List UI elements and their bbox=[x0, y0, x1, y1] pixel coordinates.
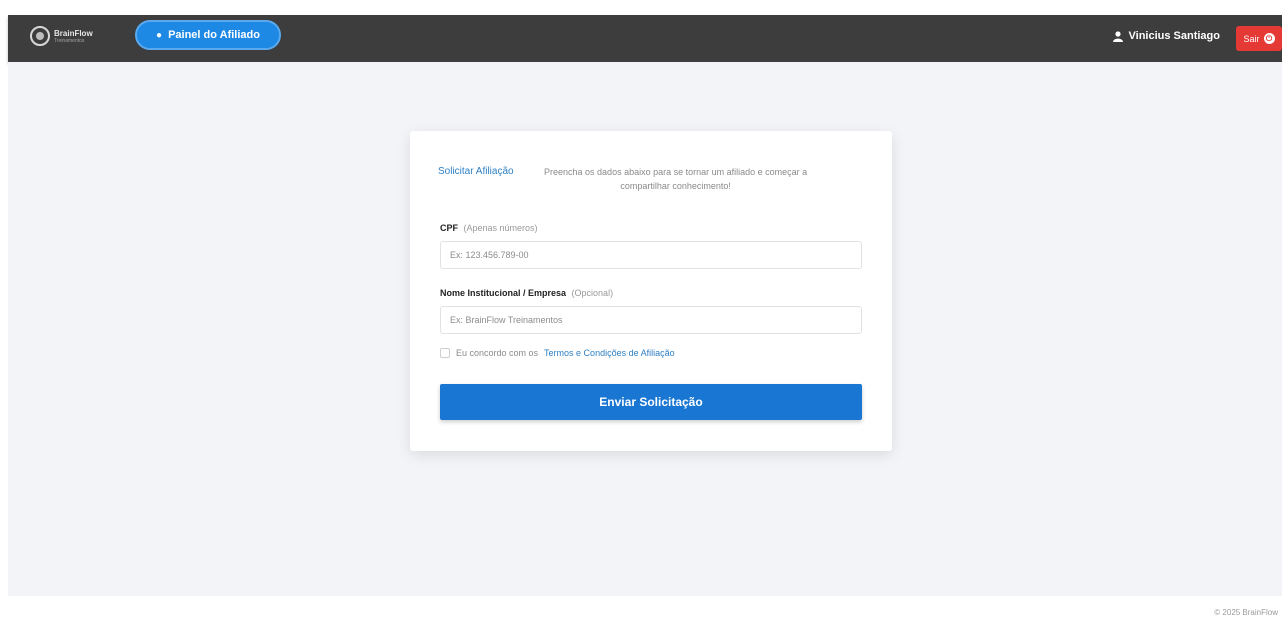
top-navbar: BrainFlow Treinamentos ● Painel do Afili… bbox=[8, 15, 1282, 62]
cpf-label-hint: (Apenas números) bbox=[463, 223, 538, 233]
cpf-label: CPF (Apenas números) bbox=[440, 223, 538, 233]
terms-row: Eu concordo com os Termos e Condições de… bbox=[440, 348, 675, 358]
logout-label: Sair bbox=[1243, 33, 1260, 44]
power-icon: ⏻ bbox=[1263, 33, 1275, 44]
brand-logo[interactable]: BrainFlow Treinamentos bbox=[30, 26, 93, 46]
logo-icon bbox=[30, 26, 50, 46]
main-content: Solicitar Afiliação Preencha os dados ab… bbox=[8, 62, 1282, 596]
logo-wordmark: BrainFlow Treinamentos bbox=[54, 29, 93, 44]
user-menu[interactable]: Vinicius Santiago bbox=[1112, 30, 1221, 42]
affiliate-request-card: Solicitar Afiliação Preencha os dados ab… bbox=[410, 131, 892, 451]
company-label-text: Nome Institucional / Empresa bbox=[440, 288, 567, 298]
card-description: Preencha os dados abaixo para se tornar … bbox=[544, 167, 808, 191]
user-name: Vinicius Santiago bbox=[1128, 30, 1221, 42]
affiliate-panel-button[interactable]: ● Painel do Afiliado bbox=[135, 20, 281, 50]
user-icon bbox=[1112, 30, 1123, 42]
affiliate-panel-label: Painel do Afiliado bbox=[168, 29, 260, 41]
terms-text: Eu concordo com os bbox=[456, 348, 539, 358]
cpf-input[interactable] bbox=[440, 241, 862, 269]
logout-button[interactable]: Sair ⏻ bbox=[1236, 26, 1282, 51]
card-title: Solicitar Afiliação bbox=[438, 166, 514, 177]
eye-icon: ● bbox=[156, 29, 163, 41]
company-input[interactable] bbox=[440, 306, 862, 334]
cpf-label-text: CPF bbox=[440, 223, 458, 233]
logo-text: BrainFlow bbox=[54, 28, 93, 38]
footer-copyright: © 2025 BrainFlow bbox=[1214, 608, 1278, 617]
card-header: Solicitar Afiliação Preencha os dados ab… bbox=[438, 165, 858, 193]
terms-link[interactable]: Termos e Condições de Afiliação bbox=[544, 348, 675, 358]
submit-request-button[interactable]: Enviar Solicitação bbox=[440, 384, 862, 420]
company-label-hint: (Opcional) bbox=[571, 288, 614, 298]
company-label: Nome Institucional / Empresa (Opcional) bbox=[440, 288, 613, 298]
logo-subtext: Treinamentos bbox=[54, 37, 85, 44]
terms-checkbox[interactable] bbox=[440, 348, 450, 358]
